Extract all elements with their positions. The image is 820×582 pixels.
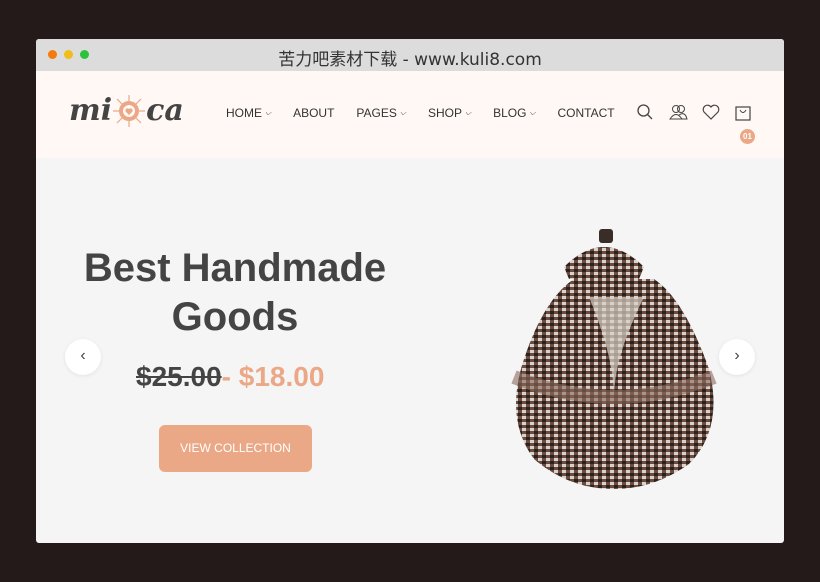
chevron-down-icon: ⌵ — [529, 108, 536, 117]
nav-blog[interactable]: BLOG ⌵ — [493, 106, 535, 120]
logo-sun-heart-icon — [113, 94, 146, 127]
chevron-down-icon: ⌵ — [399, 108, 406, 117]
browser-window: 苦力吧素材下载 - www.kuli8.com mi ca HOME ⌵ ABOU… — [36, 39, 784, 543]
window-title: 苦力吧素材下载 - www.kuli8.com — [278, 50, 542, 70]
heart-icon[interactable] — [702, 103, 720, 121]
nav-contact[interactable]: CONTACT — [558, 106, 615, 120]
title-bar: 苦力吧素材下载 - www.kuli8.com — [36, 39, 784, 71]
view-collection-button[interactable]: VIEW COLLECTION — [159, 425, 312, 472]
woven-basket-image — [511, 229, 717, 489]
chevron-down-icon: ⌵ — [265, 108, 272, 117]
nav-about[interactable]: ABOUT — [293, 106, 334, 120]
new-price: $18.00 — [238, 361, 325, 392]
old-price: $25.00 — [136, 361, 222, 392]
prev-slide-button[interactable]: ‹ — [65, 339, 101, 375]
hero-price: $25.00- $18.00 — [136, 361, 324, 393]
logo[interactable]: mi ca — [69, 93, 184, 128]
user-icon[interactable] — [668, 103, 688, 121]
search-icon[interactable] — [636, 103, 654, 121]
main-nav: HOME ⌵ ABOUT PAGES ⌵ SHOP ⌵ BLOG ⌵ CONTACT — [226, 106, 615, 120]
chevron-right-icon: › — [734, 347, 740, 364]
nav-home[interactable]: HOME ⌵ — [226, 106, 271, 120]
nav-pages[interactable]: PAGES ⌵ — [356, 106, 406, 120]
cart-count-badge: 01 — [740, 129, 755, 144]
cart-bag-icon[interactable] — [734, 103, 752, 121]
nav-shop[interactable]: SHOP ⌵ — [428, 106, 471, 120]
site-header: mi ca HOME ⌵ ABOUT PAGES ⌵ SHOP ⌵ BLOG ⌵ CON… — [36, 71, 784, 158]
chevron-left-icon: ‹ — [80, 347, 86, 364]
hero-title: Best Handmade Goods — [83, 246, 387, 339]
price-separator: - — [221, 361, 231, 392]
chevron-down-icon: ⌵ — [464, 108, 472, 117]
